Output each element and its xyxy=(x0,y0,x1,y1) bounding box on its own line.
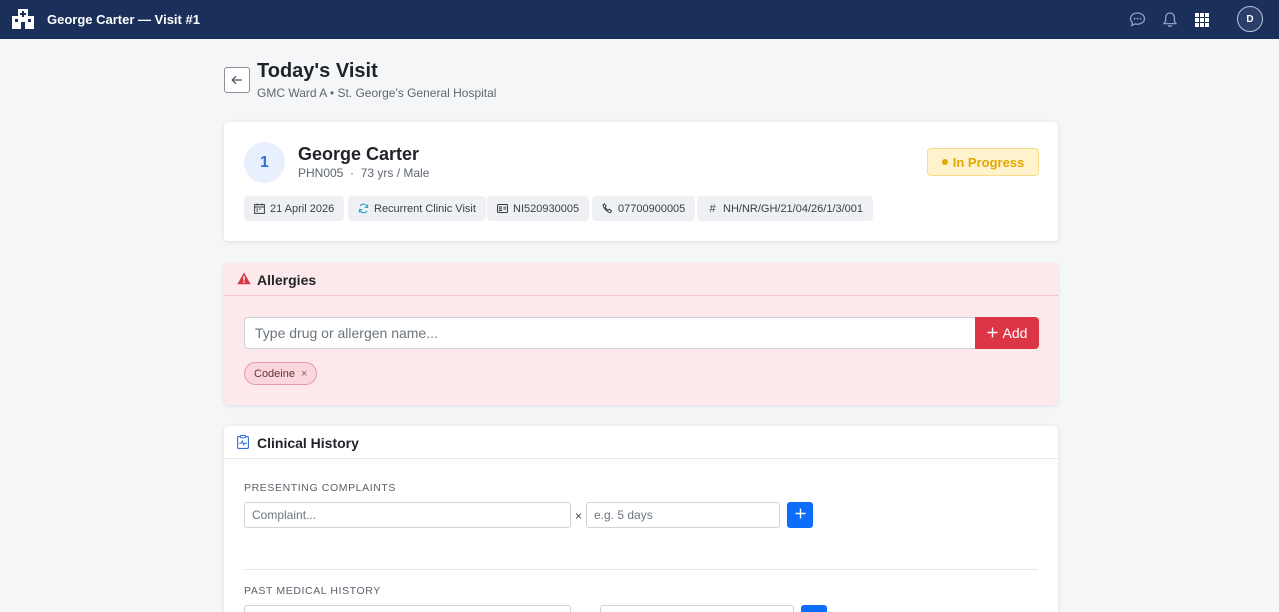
add-past-history-button[interactable] xyxy=(801,605,827,612)
user-avatar[interactable]: D xyxy=(1237,6,1263,32)
nic-number: NI520930005 xyxy=(513,202,580,215)
chat-icon[interactable] xyxy=(1128,10,1147,29)
presenting-complaints-label: Presenting Complaints xyxy=(244,482,397,494)
refresh-icon xyxy=(358,203,369,214)
allergies-title: Allergies xyxy=(257,272,317,288)
id-card-icon xyxy=(497,203,508,214)
allergy-tag: Codeine × xyxy=(244,362,318,385)
warning-triangle-icon xyxy=(237,272,251,286)
reference-number: NH/NR/GH/21/04/26/1/3/001 xyxy=(723,202,864,215)
page-subtitle: GMC Ward A • St. George's General Hospit… xyxy=(257,86,497,100)
visit-date-chip: 21 April 2026 xyxy=(244,196,345,221)
add-complaint-button[interactable] xyxy=(787,502,813,528)
visit-type: Recurrent Clinic Visit xyxy=(374,202,476,215)
section-divider xyxy=(244,569,1038,570)
arrow-left-icon xyxy=(231,72,243,88)
nic-chip: NI520930005 xyxy=(487,196,590,221)
clinical-history-title: Clinical History xyxy=(257,435,359,451)
patient-summary-card: 1 George Carter PHN005 · 73 yrs / Male I… xyxy=(224,122,1058,241)
remove-allergy-close-icon[interactable]: × xyxy=(301,368,307,380)
clinical-history-header: Clinical History xyxy=(224,426,1058,459)
allergies-header: Allergies xyxy=(224,263,1058,296)
clinical-history-card: Clinical History Presenting Complaints ×… xyxy=(224,426,1058,612)
status-label: In Progress xyxy=(952,154,1025,170)
hash-icon: # xyxy=(709,202,716,215)
app-title: George Carter — Visit #1 xyxy=(47,12,200,27)
add-allergy-label: Add xyxy=(1002,325,1028,341)
past-history-input[interactable] xyxy=(244,605,571,612)
add-allergy-button[interactable]: Add xyxy=(975,317,1039,349)
apps-grid-icon[interactable] xyxy=(1192,10,1211,29)
past-medical-history-label: Past Medical History xyxy=(244,585,381,597)
reference-chip: # NH/NR/GH/21/04/26/1/3/001 xyxy=(697,196,874,221)
past-history-detail-input[interactable] xyxy=(600,605,794,612)
hospital-logo-icon xyxy=(12,9,34,29)
times-separator: × xyxy=(575,509,583,523)
status-dot-icon xyxy=(941,159,948,165)
plus-icon xyxy=(987,325,998,341)
allergy-tag-label: Codeine xyxy=(254,367,295,380)
patient-name: George Carter xyxy=(298,144,420,164)
allergies-card: Allergies Add Codeine × xyxy=(224,263,1058,405)
calendar-icon xyxy=(254,203,265,214)
phone-chip: 07700900005 xyxy=(592,196,696,221)
phone-number: 07700900005 xyxy=(618,202,686,215)
status-badge: In Progress xyxy=(927,148,1039,176)
plus-icon xyxy=(795,506,806,524)
patient-meta: PHN005 · 73 yrs / Male xyxy=(298,166,430,180)
duration-input[interactable] xyxy=(586,502,780,528)
clipboard-pulse-icon xyxy=(237,435,251,449)
visit-date: 21 April 2026 xyxy=(270,202,335,215)
phone-icon xyxy=(602,203,613,214)
page-title: Today's Visit xyxy=(257,60,378,82)
top-navbar: George Carter — Visit #1 D xyxy=(0,0,1279,39)
allergen-input[interactable] xyxy=(244,317,976,349)
bell-icon[interactable] xyxy=(1160,10,1179,29)
visit-type-chip: Recurrent Clinic Visit xyxy=(348,196,486,221)
complaint-input[interactable] xyxy=(244,502,571,528)
patient-number-badge: 1 xyxy=(244,142,285,183)
back-button[interactable] xyxy=(224,67,250,93)
